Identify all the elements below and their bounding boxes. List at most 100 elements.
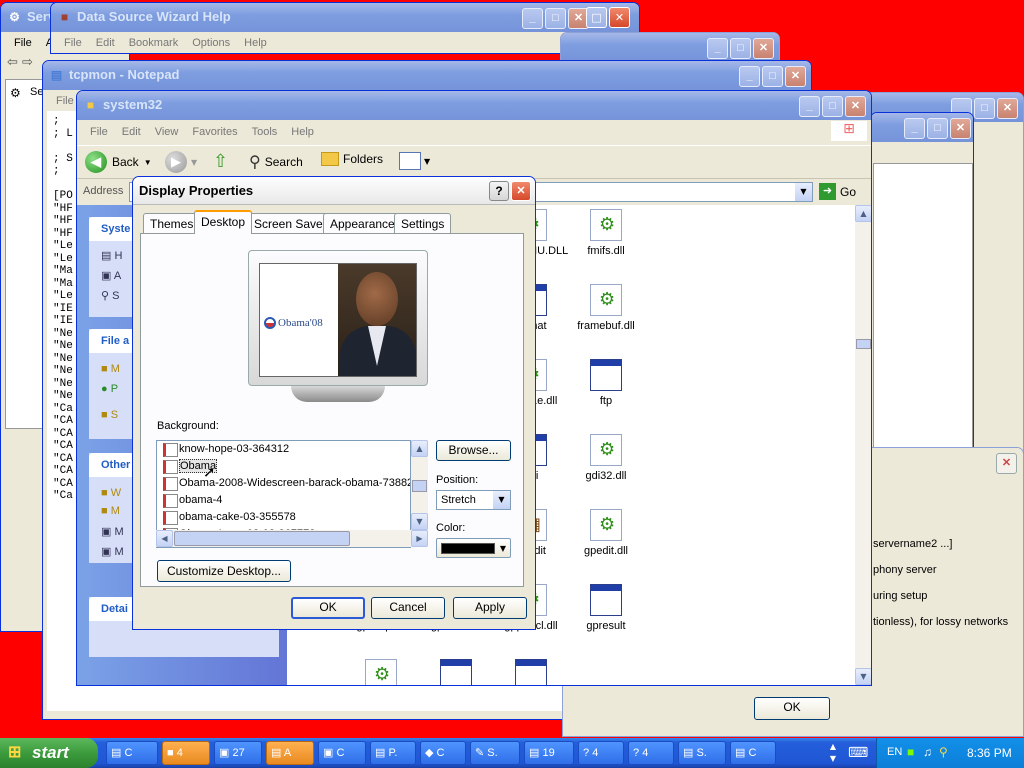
stacked-window-1-minimize-button[interactable]: _ [707, 38, 728, 59]
list-scroll-left-arrow[interactable]: ◀ [156, 530, 173, 547]
background-list-vscroll[interactable]: ▲ ▼ [411, 440, 428, 530]
help-maximize-button[interactable]: □ [545, 8, 566, 29]
publish-web-icon[interactable]: ● P [101, 383, 118, 395]
share-folder-icon[interactable]: ■ S [101, 409, 118, 421]
bg-dialog-close-button[interactable]: ✕ [996, 453, 1017, 474]
stacked-window-1-title-bar[interactable]: _ □ ✕ [561, 33, 779, 61]
list-scroll-thumb[interactable] [412, 480, 427, 492]
taskbar-window-button[interactable]: ▣ 27 [214, 741, 262, 765]
back-dropdown-icon[interactable]: ▼ [144, 158, 152, 167]
right-window-2-maximize-button[interactable]: □ [974, 98, 995, 119]
search-button[interactable]: ⚲ Search [249, 152, 303, 172]
my-computer-icon[interactable]: ▣ M [101, 525, 124, 538]
my-network-icon[interactable]: ▣ M [101, 545, 124, 558]
server2-maximize-button[interactable]: □ [586, 7, 607, 28]
background-list-item[interactable]: know-hope-03-364312 [157, 441, 410, 458]
scroll-down-arrow[interactable]: ▼ [855, 668, 871, 685]
taskbar-scroll-arrows[interactable]: ▲ ▼ [826, 741, 840, 765]
background-list-item[interactable]: Obama [157, 458, 410, 475]
server-menu-file[interactable]: File [7, 37, 39, 49]
keyboard-icon[interactable]: ⌨ [848, 745, 868, 761]
explorer-close-button[interactable]: ✕ [845, 96, 866, 117]
taskbar-window-button[interactable]: ▣ C [318, 741, 366, 765]
forward-arrow-icon[interactable]: ⇨ [22, 55, 33, 70]
taskbar-window-button[interactable]: ▤ S. [678, 741, 726, 765]
file-item[interactable]: gpedit.dll [566, 509, 646, 557]
list-scroll-right-arrow[interactable]: ▶ [411, 530, 428, 547]
background-list-hscroll[interactable]: ◀ ▶ [156, 530, 428, 547]
list-scroll-down-arrow[interactable]: ▼ [411, 513, 428, 530]
scroll-thumb[interactable] [856, 339, 871, 349]
explorer-menu-help[interactable]: Help [284, 126, 321, 138]
windows-folder-icon[interactable]: ■ W [101, 487, 121, 499]
help-menu-edit[interactable]: Edit [89, 37, 122, 49]
tab-desktop[interactable]: Desktop [194, 210, 253, 234]
right-window-1-minimize-button[interactable]: _ [904, 118, 925, 139]
up-folder-button[interactable]: ⇧ [213, 151, 228, 172]
background-list-item[interactable]: obama-cake-03-355578 [157, 509, 410, 526]
notepad-title-bar[interactable]: ▤ tcpmon - Notepad _ □ ✕ [43, 61, 811, 90]
color-picker-button[interactable]: ▼ [436, 538, 511, 558]
stacked-window-1-close-button[interactable]: ✕ [753, 38, 774, 59]
search-files-icon[interactable]: ⚲ S [101, 289, 119, 302]
search-tray-icon[interactable]: ⚲ [939, 745, 948, 759]
help-button[interactable]: ? [489, 181, 509, 201]
stacked-window-1-maximize-button[interactable]: □ [730, 38, 751, 59]
explorer-menu-edit[interactable]: Edit [115, 126, 148, 138]
ok-button[interactable]: OK [291, 597, 365, 619]
address-dropdown-button[interactable]: ▼ [795, 183, 812, 201]
right-window-2-close-button[interactable]: ✕ [997, 98, 1018, 119]
make-folder-icon[interactable]: ■ M [101, 363, 120, 375]
display-properties-title-bar[interactable]: Display Properties ? ✕ [133, 177, 535, 205]
start-button[interactable]: ⊞ start [0, 738, 98, 768]
browse-button[interactable]: Browse... [436, 440, 511, 461]
notepad-close-button[interactable]: ✕ [785, 66, 806, 87]
forward-button[interactable]: ▶ ▼ [165, 151, 197, 173]
bg-dialog-ok-button[interactable]: OK [754, 697, 830, 720]
right-window-1-maximize-button[interactable]: □ [927, 118, 948, 139]
help-menu-options[interactable]: Options [185, 37, 237, 49]
customize-desktop-button[interactable]: Customize Desktop... [157, 560, 291, 582]
help-menu-help[interactable]: Help [237, 37, 274, 49]
explorer-menu-file[interactable]: File [83, 126, 115, 138]
file-item[interactable]: ftp [566, 359, 646, 407]
file-item[interactable]: framebuf.dll [566, 284, 646, 332]
file-item[interactable]: gptext.dll [341, 659, 421, 685]
taskbar-window-button[interactable]: ▤ C [106, 741, 158, 765]
explorer-menu-view[interactable]: View [148, 126, 186, 138]
help-title-bar[interactable]: ■ Data Source Wizard Help _ □ ✕ [51, 3, 639, 32]
taskbar-window-button[interactable]: ▤ P. [370, 741, 416, 765]
add-remove-icon[interactable]: ▣ A [101, 269, 121, 282]
language-indicator[interactable]: EN [887, 746, 902, 758]
file-item[interactable]: gpupdate [416, 659, 496, 685]
tab-appearance[interactable]: Appearance [323, 213, 402, 233]
explorer-minimize-button[interactable]: _ [799, 96, 820, 117]
notepad-minimize-button[interactable]: _ [739, 66, 760, 87]
cancel-button[interactable]: Cancel [371, 597, 445, 619]
taskbar-window-button[interactable]: ? 4 [578, 741, 624, 765]
position-dropdown-icon[interactable]: ▼ [493, 491, 510, 509]
notepad-maximize-button[interactable]: □ [762, 66, 783, 87]
file-item[interactable]: graftabl [491, 659, 571, 685]
taskbar-window-button[interactable]: ◆ C [420, 741, 466, 765]
file-item[interactable]: gpresult [566, 584, 646, 632]
taskbar-window-button[interactable]: ■ 4 [162, 741, 210, 765]
background-list-item[interactable]: obama-4 [157, 492, 410, 509]
file-item[interactable]: gdi32.dll [566, 434, 646, 482]
clock[interactable]: 8:36 PM [967, 746, 1012, 760]
file-item[interactable]: fmifs.dll [566, 209, 646, 257]
hide-contents-icon[interactable]: ▤ H [101, 249, 122, 262]
apply-button[interactable]: Apply [453, 597, 527, 619]
taskbar-window-button[interactable]: ? 4 [628, 741, 674, 765]
help-menu-file[interactable]: File [57, 37, 89, 49]
right-window-1-title-bar[interactable]: _ □ ✕ [871, 113, 973, 142]
help-minimize-button[interactable]: _ [522, 8, 543, 29]
background-list-item[interactable]: Obama-2008-Widescreen-barack-obama-73882… [157, 475, 410, 492]
taskbar-window-button[interactable]: ✎ S. [470, 741, 520, 765]
scroll-up-arrow[interactable]: ▲ [855, 205, 871, 222]
back-arrow-icon[interactable]: ⇦ [7, 55, 18, 70]
taskbar-window-button[interactable]: ▤ 19 [524, 741, 574, 765]
list-hscroll-thumb[interactable] [174, 531, 350, 546]
volume-icon[interactable]: ♫ [923, 745, 932, 759]
tab-themes[interactable]: Themes [143, 213, 201, 233]
